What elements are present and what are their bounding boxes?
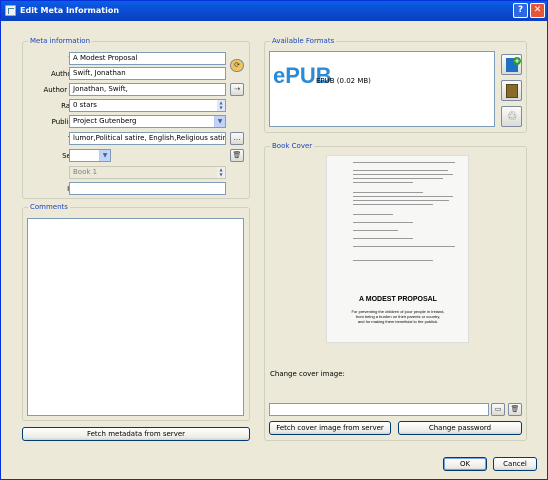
cover-subtitle-line-3: and for making them beneficial to the pu… [357, 319, 439, 324]
meta-information-group: Meta information Title: A Modest Proposa… [22, 37, 250, 199]
trash-icon: ♲ [506, 109, 518, 123]
fetch-cover-button[interactable]: Fetch cover image from server [269, 421, 391, 435]
title-input[interactable]: A Modest Proposal [69, 52, 226, 65]
help-button[interactable]: ? [513, 3, 528, 18]
app-icon [5, 5, 16, 16]
save-format-button[interactable] [501, 80, 522, 101]
book-cover-legend: Book Cover [270, 142, 315, 150]
rating-spinbox[interactable]: 0 stars ▲ ▼ [69, 99, 226, 112]
format-item[interactable]: ePUB [273, 55, 332, 97]
format-label: EPUB (0.02 MB) [316, 77, 371, 85]
close-button[interactable]: ✕ [530, 3, 545, 18]
meta-information-legend: Meta information [28, 37, 93, 45]
edit-meta-dialog: Edit Meta Information ? ✕ Meta informati… [0, 0, 548, 480]
auto-author-sort-icon[interactable]: ⇢ [230, 83, 244, 96]
series-index-spin-icon: ▲ ▼ [217, 167, 225, 178]
series-combobox[interactable]: ▼ [69, 149, 111, 162]
cover-page-title: A MODEST PROPOSAL [359, 296, 437, 303]
rating-value: 0 stars [73, 101, 97, 109]
window-title: Edit Meta Information [20, 6, 120, 15]
plus-icon: + [513, 57, 521, 65]
tags-input[interactable]: lumor,Political satire, English,Religiou… [69, 132, 226, 145]
comments-textarea[interactable] [27, 218, 244, 416]
comments-group: Comments [22, 203, 250, 421]
cover-path-input[interactable] [269, 403, 489, 416]
epub-logo-icon: ePUB [273, 63, 332, 88]
swap-title-author-icon[interactable]: ⟳ [230, 59, 244, 72]
author-sort-input[interactable]: Jonathan, Swift, [69, 83, 226, 96]
isbn-input[interactable] [69, 182, 226, 195]
rating-spin-arrows-icon[interactable]: ▲ ▼ [217, 100, 225, 111]
add-format-button[interactable]: + [501, 54, 522, 75]
tag-editor-icon[interactable]: … [230, 132, 244, 145]
chevron-down-icon[interactable]: ▼ [214, 116, 225, 127]
cancel-button[interactable]: Cancel [493, 457, 537, 471]
comments-legend: Comments [28, 203, 70, 211]
book-cover-group: Book Cover A MODEST PROPOSAL For prevent… [264, 142, 527, 441]
fetch-metadata-button[interactable]: Fetch metadata from server [22, 427, 250, 441]
remove-series-icon[interactable]: 🗑 [230, 149, 244, 162]
cover-image[interactable]: A MODEST PROPOSAL For preventing the chi… [326, 155, 469, 343]
book-icon [506, 84, 518, 98]
available-formats-group: Available Formats ePUB EPUB (0.02 MB) + … [264, 37, 527, 133]
change-cover-label: Change cover image: [270, 370, 345, 378]
remove-format-button[interactable]: ♲ [501, 106, 522, 127]
publisher-combobox[interactable]: Project Gutenberg ▼ [69, 115, 226, 128]
reset-cover-icon[interactable]: 🗑 [508, 403, 522, 416]
browse-folder-icon[interactable]: ▭ [491, 403, 505, 416]
formats-list[interactable]: ePUB EPUB (0.02 MB) [269, 51, 495, 127]
publisher-value: Project Gutenberg [73, 117, 137, 125]
available-formats-legend: Available Formats [270, 37, 337, 45]
series-index-value: Book 1 [73, 168, 98, 176]
chevron-down-icon[interactable]: ▼ [99, 150, 110, 161]
series-index-spinbox: Book 1 ▲ ▼ [69, 166, 226, 179]
change-password-button[interactable]: Change password [398, 421, 522, 435]
ok-button[interactable]: OK [443, 457, 487, 471]
title-bar: Edit Meta Information ? ✕ [1, 1, 547, 21]
authors-input[interactable]: Swift, Jonathan [69, 67, 226, 80]
